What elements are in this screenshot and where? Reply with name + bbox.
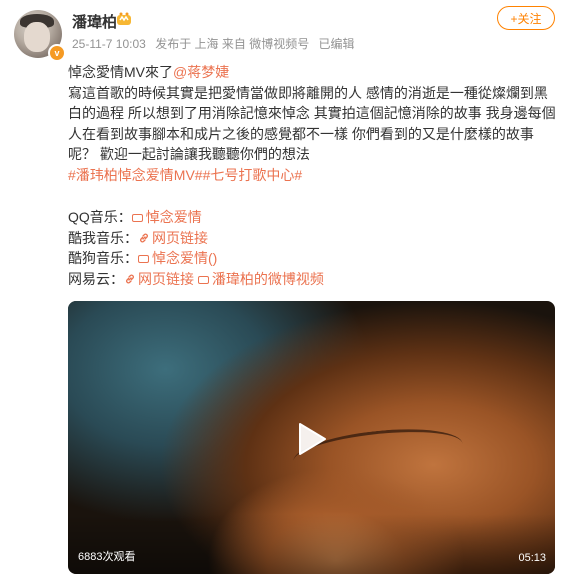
crown-icon xyxy=(117,12,131,25)
video-player[interactable]: 6883次观看 05:13 xyxy=(68,301,555,574)
video-link-kugou[interactable]: 悼念爱情() xyxy=(138,250,217,266)
music-link-row-kugou: 酷狗音乐： 悼念爱情() xyxy=(68,248,558,269)
video-link-label: 悼念爱情 xyxy=(145,209,202,225)
link-icon xyxy=(126,274,134,283)
video-icon xyxy=(131,214,143,222)
video-view-count: 6883次观看 xyxy=(78,551,136,563)
post-body: 寫這首歌的時候其實是把愛情當做即將離開的人 感情的消逝是一種從燦爛到黑白的過程 … xyxy=(68,84,556,163)
username[interactable]: 潘瑋柏 xyxy=(72,11,117,32)
platform-label: 酷狗音乐： xyxy=(68,250,138,266)
post-title: 悼念愛情MV來了 xyxy=(68,64,173,80)
post-meta: 25-11-7 10:03 发布于 上海 来自 微博视频号 已编辑 xyxy=(72,35,361,52)
video-icon xyxy=(138,255,149,263)
platform-label: 酷我音乐： xyxy=(68,229,138,246)
video-bottom-shade xyxy=(68,514,555,574)
video-link-label: 潘瑋柏的微博视频 xyxy=(211,270,324,287)
music-link-row-netease: 网易云： 网页链接 潘瑋柏的微博视频 xyxy=(68,269,558,290)
web-link-netease[interactable]: 网页链接 xyxy=(124,271,194,287)
web-link-kuwo[interactable]: 网页链接 xyxy=(138,230,208,246)
post-source: 发布于 上海 来自 微博视频号 xyxy=(155,37,310,51)
post-content: 悼念愛情MV來了@蒋梦婕 寫這首歌的時候其實是把愛情當做即將離開的人 感情的消逝… xyxy=(68,62,558,289)
hashtag-links[interactable]: #潘玮柏悼念爱情MV##七号打歌中心# xyxy=(68,165,558,186)
play-icon[interactable] xyxy=(297,422,327,456)
post-title-line: 悼念愛情MV來了@蒋梦婕 xyxy=(68,62,558,83)
web-link-label: 网页链接 xyxy=(152,229,208,246)
music-link-row-kuwo: 酷我音乐： 网页链接 xyxy=(68,228,558,249)
verified-badge-icon: v xyxy=(48,44,66,62)
music-link-row-qq: QQ音乐： 悼念爱情 xyxy=(68,207,558,228)
video-link-qq[interactable]: 悼念爱情 xyxy=(131,209,202,225)
video-icon xyxy=(197,275,209,284)
platform-label: QQ音乐： xyxy=(68,209,132,225)
mention-link[interactable]: @蒋梦婕 xyxy=(173,64,229,80)
follow-button[interactable]: +关注 xyxy=(497,6,555,30)
avatar-face xyxy=(24,22,50,52)
web-link-label: 网页链接 xyxy=(138,270,194,287)
platform-label: 网易云： xyxy=(68,270,124,287)
post-time[interactable]: 25-11-7 10:03 xyxy=(72,37,146,51)
link-icon xyxy=(140,233,148,242)
post-edited[interactable]: 已编辑 xyxy=(319,37,355,51)
video-link-label: 悼念爱情() xyxy=(152,250,218,266)
video-link-weibo[interactable]: 潘瑋柏的微博视频 xyxy=(197,270,324,287)
video-duration: 05:13 xyxy=(518,552,546,564)
